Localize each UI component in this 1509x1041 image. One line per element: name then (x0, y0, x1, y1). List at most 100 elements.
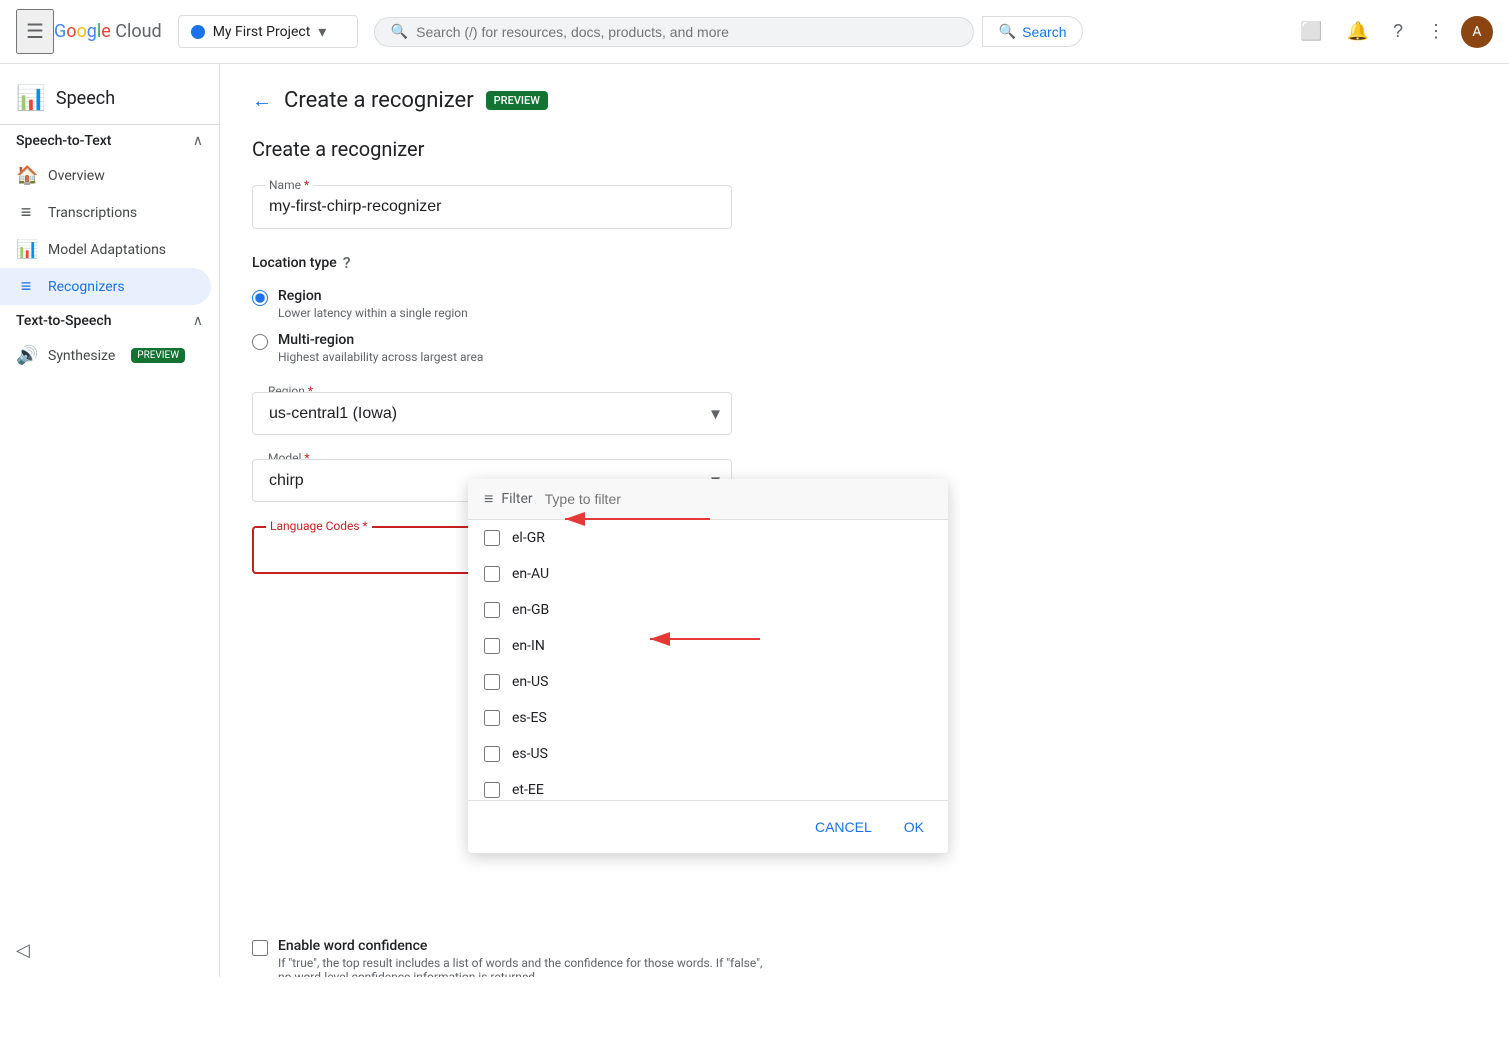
sidebar: 📊 Speech Speech-to-Text ∧ 🏠 Overview ≡ T… (0, 64, 220, 977)
avatar[interactable]: A (1461, 16, 1493, 48)
list-item[interactable]: es-ES (468, 700, 948, 736)
filter-input[interactable] (545, 491, 932, 507)
radio-group: Region Lower latency within a single reg… (252, 284, 1477, 368)
speech-to-text-section[interactable]: Speech-to-Text ∧ (0, 125, 219, 157)
location-type-label: Location type ? (252, 253, 1477, 272)
search-button[interactable]: 🔍 Search (982, 16, 1084, 47)
name-input[interactable] (269, 198, 715, 216)
es-ES-label: es-ES (512, 710, 547, 726)
sidebar-item-recognizers[interactable]: ≡ Recognizers (0, 268, 211, 305)
et-EE-checkbox[interactable] (484, 782, 500, 798)
sidebar-item-label: Model Adaptations (48, 242, 166, 258)
speech-icon: 📊 (16, 84, 46, 112)
form-title: Create a recognizer (252, 137, 1477, 161)
es-US-checkbox[interactable] (484, 746, 500, 762)
collapse-icon: ∧ (193, 133, 203, 149)
back-button[interactable]: ← (252, 88, 272, 113)
layout: 📊 Speech Speech-to-Text ∧ 🏠 Overview ≡ T… (0, 64, 1509, 977)
list-item[interactable]: et-EE (468, 772, 948, 800)
sidebar-item-label: Transcriptions (48, 205, 137, 221)
search-icon: 🔍 (391, 24, 408, 40)
es-ES-checkbox[interactable] (484, 710, 500, 726)
preview-badge: PREVIEW (131, 348, 185, 363)
multi-region-radio[interactable] (252, 334, 268, 350)
dropdown-list: el-GR en-AU en-GB en-IN en-US (468, 520, 948, 800)
word-confidence-option: Enable word confidence If "true", the to… (252, 938, 1477, 977)
en-IN-checkbox[interactable] (484, 638, 500, 654)
en-GB-label: en-GB (512, 602, 549, 618)
page-preview-badge: PREVIEW (486, 91, 548, 110)
dropdown-actions: CANCEL OK (468, 800, 948, 853)
filter-label: Filter (501, 491, 532, 507)
name-field-group: Name * (252, 185, 1477, 229)
bell-icon[interactable]: 🔔 (1339, 13, 1377, 50)
name-field-label: Name * (265, 178, 313, 192)
app-title: Speech (56, 88, 115, 109)
en-US-checkbox[interactable] (484, 674, 500, 690)
sidebar-app-title: 📊 Speech (0, 72, 219, 125)
region-select-wrapper: us-central1 (Iowa) ▾ (252, 392, 732, 435)
name-field-wrapper: Name * (252, 185, 732, 229)
en-IN-label: en-IN (512, 638, 545, 654)
dropdown-ok-button[interactable]: OK (896, 813, 932, 841)
el-GR-label: el-GR (512, 530, 545, 546)
es-US-label: es-US (512, 746, 548, 762)
en-AU-checkbox[interactable] (484, 566, 500, 582)
top-nav: ☰ Google Cloud My First Project ▾ 🔍 🔍 Se… (0, 0, 1509, 64)
project-name: My First Project (213, 24, 311, 40)
el-GR-checkbox[interactable] (484, 530, 500, 546)
chevron-down-icon: ▾ (318, 22, 326, 41)
recognizers-icon: ≡ (16, 276, 36, 297)
location-type-group: Location type ? Region Lower latency wit… (252, 253, 1477, 368)
sidebar-item-overview[interactable]: 🏠 Overview (0, 157, 211, 194)
language-dropdown: ≡ Filter el-GR en-AU en-GB (468, 479, 948, 853)
language-codes-label: Language Codes * (266, 519, 372, 533)
synthesize-icon: 🔊 (16, 345, 36, 366)
region-field-group: Region * us-central1 (Iowa) ▾ (252, 392, 1477, 435)
transcriptions-icon: ≡ (16, 202, 36, 223)
collapse-tts-icon: ∧ (193, 313, 203, 329)
list-item[interactable]: es-US (468, 736, 948, 772)
sidebar-footer: ◁ (16, 940, 30, 961)
word-confidence-checkbox[interactable] (252, 940, 268, 956)
location-help-icon[interactable]: ? (343, 253, 351, 272)
list-item[interactable]: en-AU (468, 556, 948, 592)
list-item[interactable]: en-US (468, 664, 948, 700)
multi-region-radio-option[interactable]: Multi-region Highest availability across… (252, 328, 1477, 368)
en-AU-label: en-AU (512, 566, 549, 582)
word-confidence-desc: If "true", the top result includes a lis… (278, 956, 778, 977)
main-content: ← Create a recognizer PREVIEW Create a r… (220, 64, 1509, 977)
word-confidence-section: Enable word confidence If "true", the to… (252, 938, 1477, 977)
filter-icon: ≡ (484, 489, 493, 509)
sidebar-item-synthesize[interactable]: 🔊 Synthesize PREVIEW (0, 337, 211, 374)
help-icon[interactable]: ? (1385, 13, 1411, 50)
search-input[interactable] (416, 24, 957, 40)
list-item[interactable]: el-GR (468, 520, 948, 556)
sidebar-item-transcriptions[interactable]: ≡ Transcriptions (0, 194, 211, 231)
google-cloud-logo: Google Cloud (54, 21, 162, 42)
region-select[interactable]: us-central1 (Iowa) (252, 392, 732, 435)
sidebar-item-model-adaptations[interactable]: 📊 Model Adaptations (0, 231, 211, 268)
region-radio-option[interactable]: Region Lower latency within a single reg… (252, 284, 1477, 324)
list-item[interactable]: en-GB (468, 592, 948, 628)
dropdown-filter: ≡ Filter (468, 479, 948, 520)
dropdown-cancel-button[interactable]: CANCEL (807, 813, 880, 841)
project-selector[interactable]: My First Project ▾ (178, 15, 358, 48)
home-icon: 🏠 (16, 165, 36, 186)
list-item[interactable]: en-IN (468, 628, 948, 664)
en-US-label: en-US (512, 674, 548, 690)
model-icon: 📊 (16, 239, 36, 260)
region-radio[interactable] (252, 290, 268, 306)
sidebar-collapse-icon[interactable]: ◁ (16, 940, 30, 961)
text-to-speech-section[interactable]: Text-to-Speech ∧ (0, 305, 219, 337)
search-bar: 🔍 (374, 17, 974, 47)
more-icon[interactable]: ⋮ (1419, 13, 1453, 50)
page-header: ← Create a recognizer PREVIEW (252, 88, 1477, 113)
region-desc: Lower latency within a single region (278, 306, 468, 320)
terminal-icon[interactable]: ⬜ (1292, 13, 1330, 50)
en-GB-checkbox[interactable] (484, 602, 500, 618)
hamburger-menu[interactable]: ☰ (16, 9, 54, 54)
search-btn-icon: 🔍 (999, 23, 1016, 40)
region-label: Region (278, 288, 468, 304)
et-EE-label: et-EE (512, 782, 544, 798)
